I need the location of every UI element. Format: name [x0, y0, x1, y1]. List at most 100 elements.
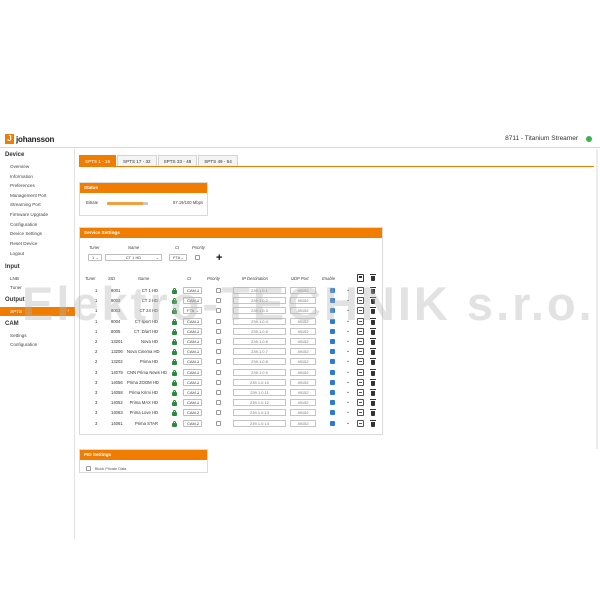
row-enable-checkbox[interactable] [330, 339, 335, 344]
row-priority-checkbox[interactable] [216, 339, 221, 344]
row-enable-checkbox[interactable] [330, 359, 335, 365]
chevron-down-icon[interactable]: ⌄ [346, 348, 350, 354]
chevron-down-icon[interactable]: ⌄ [346, 297, 350, 303]
row-ip-input[interactable]: 239.1.0.14 [233, 419, 286, 427]
add-tuner-select[interactable]: 1 ⌄ [88, 254, 102, 261]
row-ip-input[interactable]: 239.1.0.1 [233, 287, 286, 294]
row-udp-input[interactable]: 49152 [290, 297, 316, 305]
row-priority-checkbox[interactable] [216, 379, 221, 385]
row-ci-select[interactable]: FTA ⌄ [183, 307, 202, 315]
chevron-down-icon[interactable]: ⌄ [346, 358, 350, 364]
row-ip-input[interactable]: 239.1.0.13 [233, 409, 286, 417]
edit-icon[interactable] [357, 297, 364, 305]
row-ci-select[interactable]: CAM 1 ⌄ [183, 399, 202, 407]
row-ci-select[interactable]: CAM 1 ⌄ [183, 368, 202, 376]
row-enable-checkbox[interactable] [330, 410, 335, 416]
row-udp-input[interactable]: 49152 [290, 348, 316, 356]
row-ci-select[interactable]: CAM 1 ⌄ [183, 287, 202, 294]
chevron-down-icon[interactable]: ⌄ [346, 338, 350, 344]
edit-icon[interactable] [357, 307, 364, 315]
trash-icon[interactable] [370, 399, 376, 407]
row-ip-input[interactable]: 239.1.0.12 [233, 399, 286, 407]
sidebar-item-preferences[interactable]: Preferences [10, 183, 35, 188]
row-ip-input[interactable]: 239.1.0.7 [233, 348, 286, 356]
edit-icon[interactable] [357, 358, 364, 366]
chevron-down-icon[interactable]: ⌄ [346, 399, 350, 405]
row-enable-checkbox[interactable] [330, 288, 335, 293]
add-name-select[interactable]: CT 1 HD ⌄ [105, 254, 162, 261]
row-priority-checkbox[interactable] [216, 288, 221, 293]
row-priority-checkbox[interactable] [216, 410, 221, 416]
chevron-down-icon[interactable]: ⌄ [346, 369, 350, 375]
add-ci-select[interactable]: FTA ⌄ [169, 254, 187, 261]
sidebar-item-tuner[interactable]: Tuner [10, 285, 22, 290]
row-ci-select[interactable]: CAM 1 ⌄ [183, 378, 202, 386]
row-ci-select[interactable]: CAM 1 ⌄ [183, 358, 202, 366]
edit-icon[interactable] [357, 287, 364, 294]
chevron-down-icon[interactable]: ⌄ [346, 379, 350, 385]
vertical-scrollbar[interactable] [596, 149, 598, 449]
trash-icon[interactable] [370, 317, 376, 325]
edit-icon[interactable] [357, 419, 364, 427]
sidebar-item-logout[interactable]: Logout [10, 251, 24, 256]
sidebar-item-overview[interactable]: Overview [10, 164, 29, 169]
row-priority-checkbox[interactable] [216, 298, 221, 304]
row-enable-checkbox[interactable] [330, 390, 335, 395]
edit-icon[interactable] [357, 409, 364, 417]
edit-icon[interactable] [357, 348, 364, 356]
row-enable-checkbox[interactable] [330, 298, 335, 304]
sidebar-item-cam-configuration[interactable]: Configuration [10, 342, 37, 347]
row-ci-select[interactable]: CAM 1 ⌄ [183, 327, 202, 335]
row-enable-checkbox[interactable] [330, 308, 335, 314]
edit-icon[interactable] [357, 389, 364, 396]
trash-icon[interactable] [370, 378, 376, 386]
edit-icon[interactable] [357, 399, 364, 407]
row-ip-input[interactable]: 239.1.0.6 [233, 338, 286, 345]
chevron-down-icon[interactable]: ⌄ [346, 389, 350, 395]
edit-icon[interactable] [357, 317, 364, 325]
row-udp-input[interactable]: 49152 [290, 338, 316, 345]
row-ci-select[interactable]: CAM 2 ⌄ [183, 409, 202, 417]
trash-icon[interactable] [370, 358, 376, 366]
row-enable-checkbox[interactable] [330, 369, 335, 375]
row-ci-select[interactable]: CAM 1 ⌄ [183, 389, 202, 396]
row-enable-checkbox[interactable] [330, 318, 335, 324]
row-ci-select[interactable]: CAM 1 ⌄ [183, 297, 202, 305]
row-ip-input[interactable]: 239.1.0.2 [233, 297, 286, 305]
row-ip-input[interactable]: 239.1.0.5 [233, 327, 286, 335]
row-priority-checkbox[interactable] [216, 318, 221, 324]
trash-icon[interactable] [370, 274, 376, 281]
row-ip-input[interactable]: 239.1.0.4 [233, 317, 286, 325]
row-priority-checkbox[interactable] [216, 420, 221, 426]
chevron-down-icon[interactable]: ⌄ [346, 287, 350, 293]
row-priority-checkbox[interactable] [216, 369, 221, 375]
row-priority-checkbox[interactable] [216, 349, 221, 355]
sidebar-item-streaming-port[interactable]: Streaming Port [10, 202, 41, 207]
row-enable-checkbox[interactable] [330, 328, 335, 334]
row-ci-select[interactable]: CAM 1 ⌄ [183, 317, 202, 325]
row-udp-input[interactable]: 49152 [290, 317, 316, 325]
edit-icon[interactable] [357, 327, 364, 335]
trash-icon[interactable] [370, 327, 376, 335]
chevron-down-icon[interactable]: ⌄ [346, 409, 350, 415]
row-enable-checkbox[interactable] [330, 349, 335, 355]
row-priority-checkbox[interactable] [216, 308, 221, 314]
row-udp-input[interactable]: 49152 [290, 399, 316, 407]
row-ci-select[interactable]: CAM 1 ⌄ [183, 348, 202, 356]
trash-icon[interactable] [370, 297, 376, 305]
row-ci-select[interactable]: CAM 1 ⌄ [183, 338, 202, 345]
trash-icon[interactable] [370, 419, 376, 427]
row-udp-input[interactable]: 49152 [290, 409, 316, 417]
row-priority-checkbox[interactable] [216, 390, 221, 395]
chevron-down-icon[interactable]: ⌄ [346, 307, 350, 313]
row-ip-input[interactable]: 239.1.0.9 [233, 368, 286, 376]
row-ip-input[interactable]: 239.1.0.8 [233, 358, 286, 366]
row-priority-checkbox[interactable] [216, 400, 221, 406]
sidebar-item-management-port[interactable]: Management Port [10, 193, 47, 198]
row-priority-checkbox[interactable] [216, 328, 221, 334]
trash-icon[interactable] [370, 338, 376, 345]
sidebar-item-cam-settings[interactable]: Settings [10, 333, 27, 338]
row-udp-input[interactable]: 49152 [290, 327, 316, 335]
block-private-data-checkbox[interactable] [86, 466, 91, 471]
sidebar-item-information[interactable]: Information [10, 174, 33, 179]
